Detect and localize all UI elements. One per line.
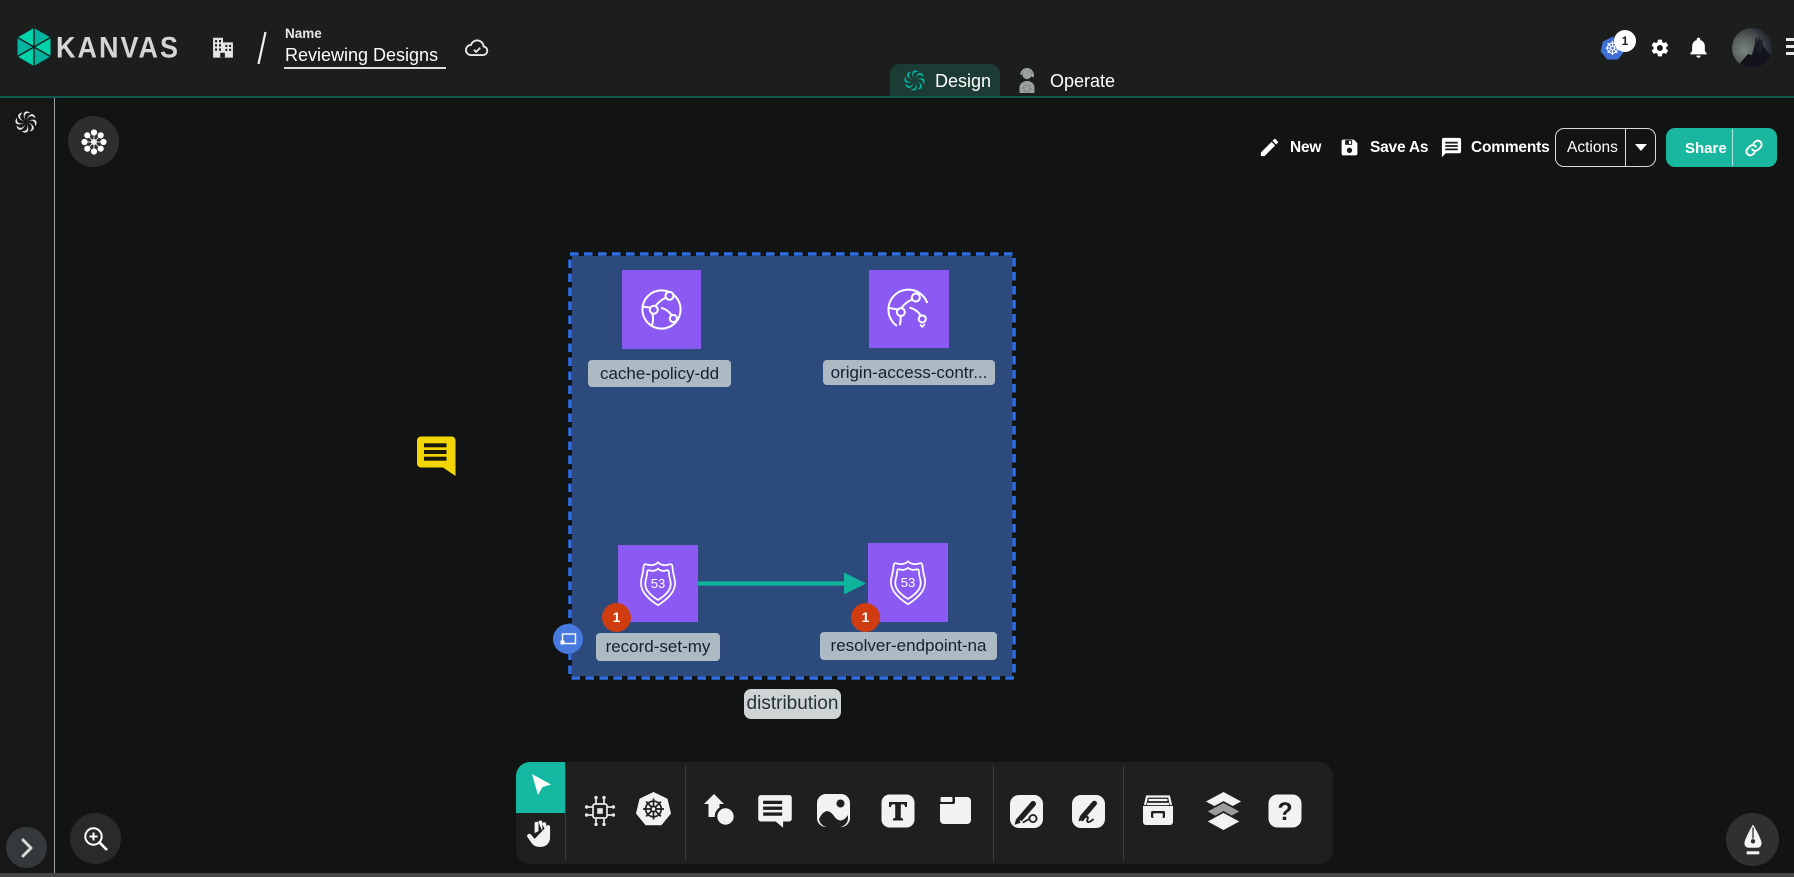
svg-text:53: 53 [651, 576, 666, 591]
svg-text:53: 53 [901, 575, 916, 590]
svg-text:?: ? [1277, 798, 1292, 826]
